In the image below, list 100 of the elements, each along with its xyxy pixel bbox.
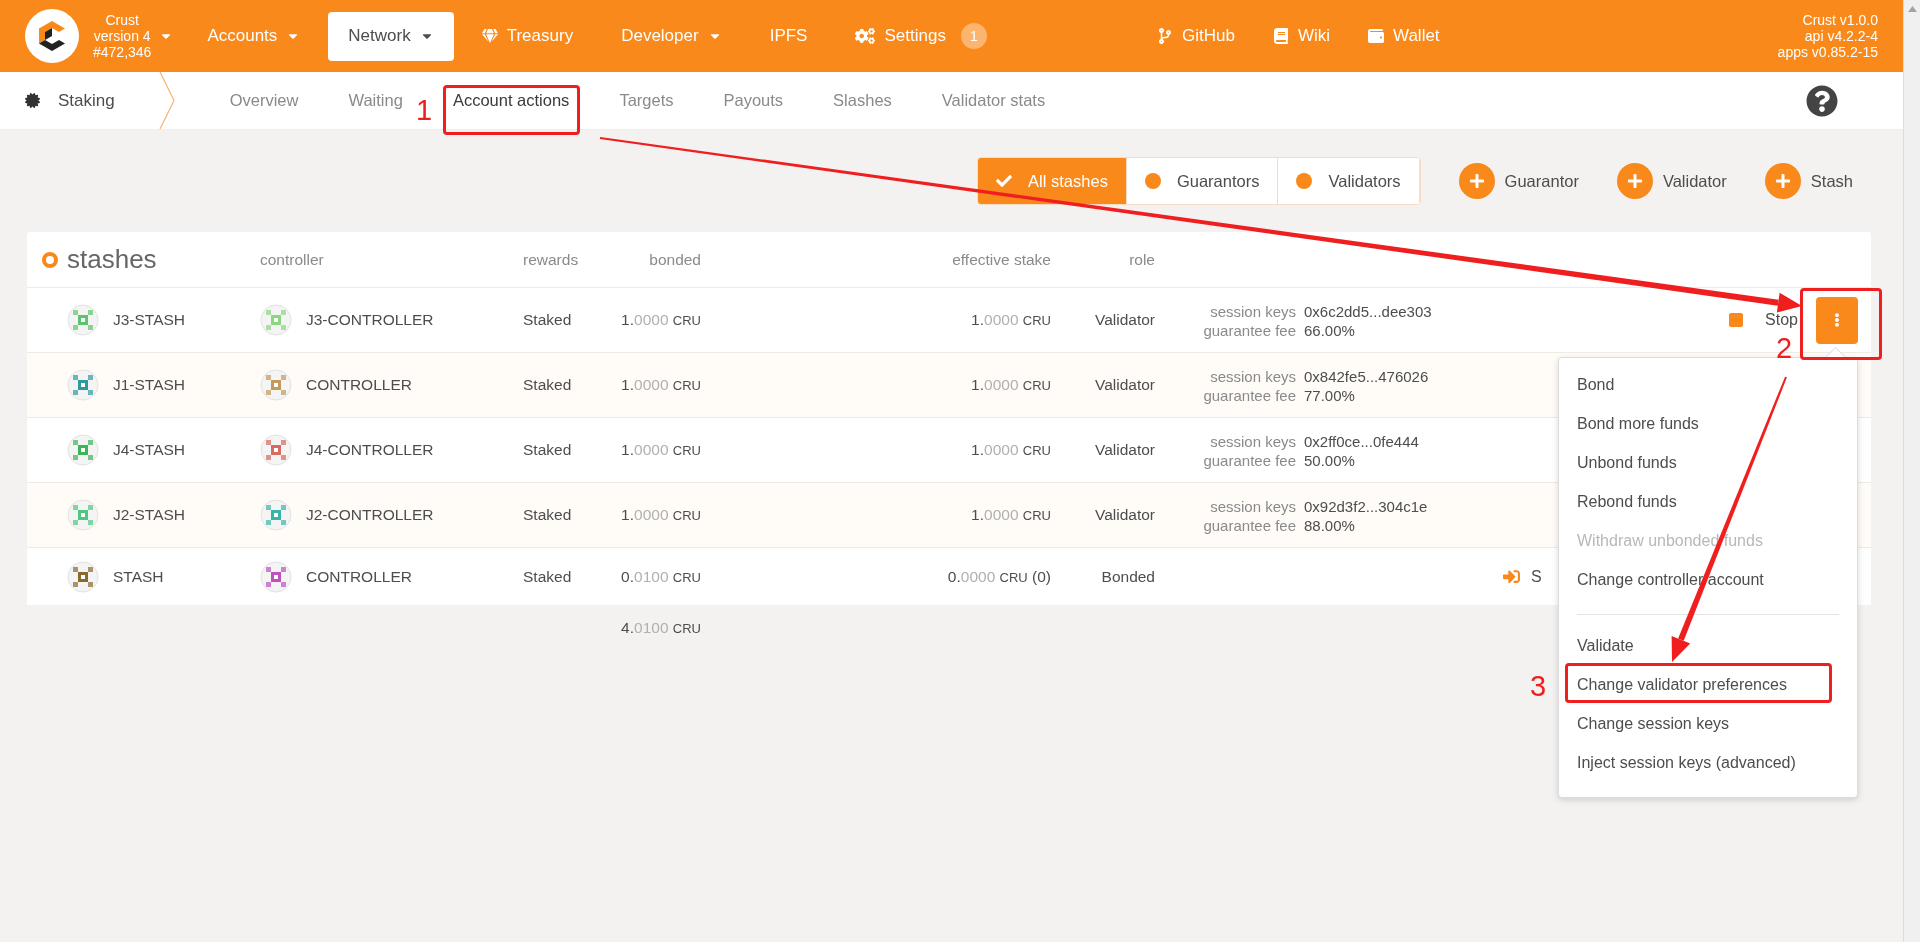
session-keys-label: session keys xyxy=(1209,302,1296,321)
chain-version: version 4 xyxy=(93,28,151,44)
stash-name: J2-STASH xyxy=(113,506,186,524)
sign-in-icon xyxy=(1503,568,1520,585)
dot-icon xyxy=(1296,173,1313,189)
effective-stake: 1.0000 CRU xyxy=(971,376,1051,394)
more-button[interactable] xyxy=(1816,296,1858,344)
notification-badge: 1 xyxy=(960,23,987,49)
menu-item[interactable]: Unbond funds xyxy=(1559,443,1857,483)
version-text: Crust v1.0.0 xyxy=(1802,12,1878,28)
identicon-icon xyxy=(67,560,99,593)
fee-value: 77.00% xyxy=(1304,386,1356,405)
check-icon xyxy=(996,173,1013,189)
nav-item[interactable]: Network xyxy=(328,11,454,61)
bonded-amount: 1.0000 CRU xyxy=(621,376,701,394)
fee-value: 50.00% xyxy=(1304,451,1356,470)
controller-name: J3-CONTROLLER xyxy=(306,311,434,329)
action-link[interactable]: S xyxy=(1531,567,1542,586)
ring-icon xyxy=(42,251,58,268)
gem-icon xyxy=(481,28,498,44)
stash-name: STASH xyxy=(113,567,164,586)
identicon-icon xyxy=(260,369,292,401)
session-keys-value: 0x2ff0ce...0fe444 xyxy=(1304,432,1420,451)
identicon-icon xyxy=(260,434,292,466)
fee-value: 88.00% xyxy=(1304,516,1356,535)
effective-stake: 1.0000 CRU xyxy=(971,311,1051,329)
menu-item[interactable]: Validate xyxy=(1559,626,1857,666)
bonded-amount: 1.0000 CRU xyxy=(621,311,701,329)
version-text: api v4.2.2-4 xyxy=(1804,28,1878,44)
chain-name: Crust xyxy=(105,12,139,28)
role-text: Validator xyxy=(1094,506,1155,524)
tab[interactable]: Slashes xyxy=(808,91,917,110)
effective-stake: 1.0000 CRU xyxy=(971,441,1051,459)
menu-item[interactable]: Inject session keys (advanced) xyxy=(1559,743,1857,783)
column-header: role xyxy=(1129,250,1155,269)
fee-value: 66.00% xyxy=(1304,321,1356,340)
menu-item[interactable]: Bond xyxy=(1559,365,1857,405)
controller-name: J4-CONTROLLER xyxy=(306,441,434,459)
version-text: apps v0.85.2-15 xyxy=(1777,44,1878,60)
logo-icon[interactable] xyxy=(25,9,79,63)
wallet-icon xyxy=(1368,28,1384,44)
bonded-amount: 1.0000 CRU xyxy=(621,441,701,459)
add-button[interactable]: Stash xyxy=(1764,163,1853,199)
rewards-status: Staked xyxy=(523,441,572,459)
session-keys-label: session keys xyxy=(1209,432,1296,451)
session-keys-label: session keys xyxy=(1209,497,1296,516)
step-number: 3 xyxy=(1530,672,1547,701)
tab[interactable]: Overview xyxy=(204,91,324,110)
identicon-icon xyxy=(67,434,99,466)
action-link[interactable]: Stop xyxy=(1765,311,1798,329)
stash-name: J4-STASH xyxy=(113,441,186,459)
plus-icon xyxy=(1616,163,1653,199)
controller-name: CONTROLLER xyxy=(306,567,412,586)
fee-label: guarantee fee xyxy=(1202,516,1296,535)
settings-icon xyxy=(855,26,876,46)
scroll-up-icon[interactable] xyxy=(1907,6,1917,12)
column-header: controller xyxy=(260,250,324,269)
menu-item[interactable]: Rebond funds xyxy=(1559,482,1857,522)
session-keys-value: 0x92d3f2...304c1e xyxy=(1304,497,1429,516)
session-keys-value: 0x6c2dd5...dee303 xyxy=(1304,302,1433,321)
add-button[interactable]: Validator xyxy=(1616,163,1727,199)
book-icon xyxy=(1272,28,1289,44)
role-text: Validator xyxy=(1094,376,1155,394)
rewards-status: Staked xyxy=(523,567,572,586)
fee-label: guarantee fee xyxy=(1202,451,1296,470)
column-header: effective stake xyxy=(952,250,1051,269)
help-icon[interactable] xyxy=(1806,84,1838,117)
add-button[interactable]: Guarantor xyxy=(1458,163,1579,199)
effective-stake: 1.0000 CRU xyxy=(971,506,1051,524)
scrollbar[interactable] xyxy=(1903,0,1920,942)
block-number: #472,346 xyxy=(93,44,152,60)
controller-name: CONTROLLER xyxy=(306,376,412,394)
identicon-icon xyxy=(67,499,99,531)
bonded-amount: 0.0100 CRU xyxy=(621,567,701,586)
breadcrumb-chevron xyxy=(158,72,175,129)
session-keys-label: session keys xyxy=(1209,367,1296,386)
menu-item[interactable]: Change controller account xyxy=(1559,560,1857,600)
controller-name: J2-CONTROLLER xyxy=(306,506,434,524)
identicon-icon xyxy=(260,304,292,336)
plus-icon xyxy=(1458,163,1495,199)
rewards-status: Staked xyxy=(523,506,572,524)
menu-item[interactable]: Bond more funds xyxy=(1559,404,1857,444)
identicon-icon xyxy=(67,304,99,336)
identicon-icon xyxy=(260,560,292,593)
fee-label: guarantee fee xyxy=(1202,321,1296,340)
role-text: Validator xyxy=(1094,311,1155,329)
menu-item[interactable]: Change session keys xyxy=(1559,704,1857,744)
menu-item[interactable]: Change validator preferences xyxy=(1559,665,1857,705)
branch-icon xyxy=(1156,28,1173,44)
column-header: bonded xyxy=(649,250,701,269)
tab[interactable]: Payouts xyxy=(698,91,809,110)
fee-label: guarantee fee xyxy=(1202,386,1296,405)
tab[interactable]: Validator stats xyxy=(916,91,1071,110)
stop-icon xyxy=(1729,313,1744,327)
identicon-icon xyxy=(260,499,292,531)
total-bonded: 4.0100 CRU xyxy=(621,619,701,637)
step-number: 2 xyxy=(1776,334,1793,363)
column-header: rewards xyxy=(523,250,579,269)
role-text: Bonded xyxy=(1101,567,1155,586)
role-text: Validator xyxy=(1094,441,1155,459)
